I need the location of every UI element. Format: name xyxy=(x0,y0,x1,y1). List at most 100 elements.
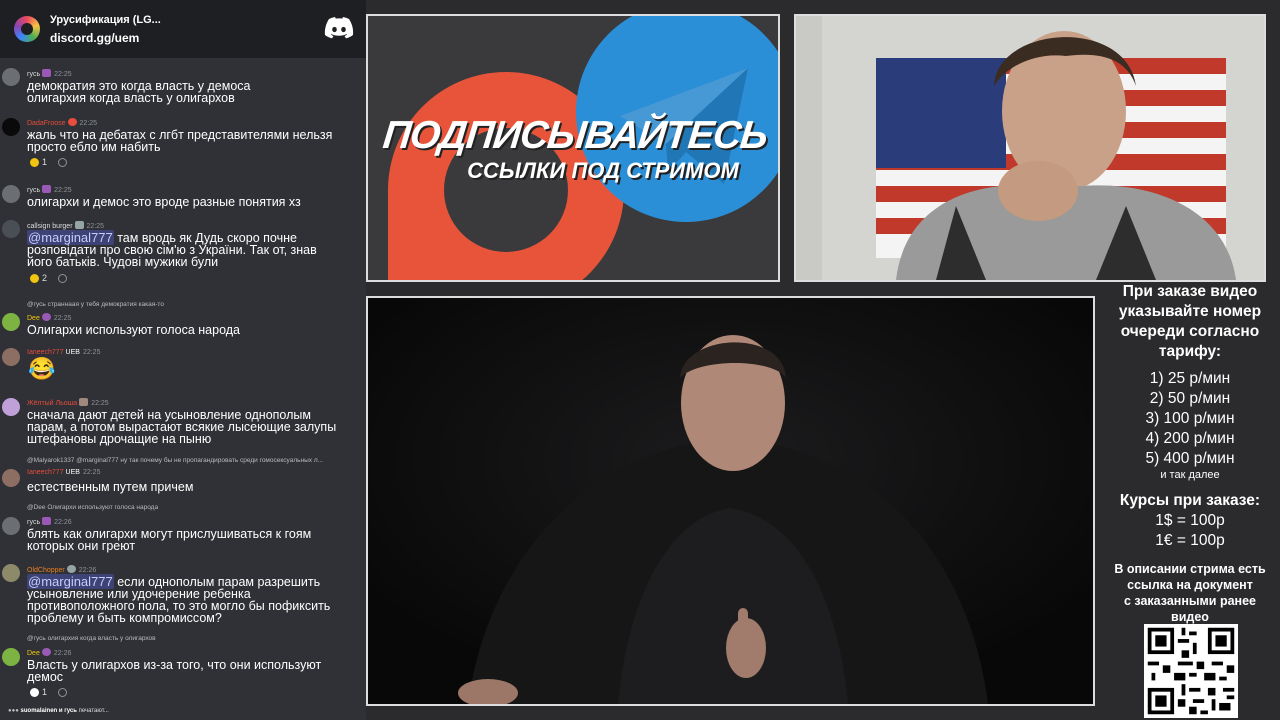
typing-users: suomalainen и гусь xyxy=(20,708,77,714)
promo-headline: ПОДПИСЫВАЙТЕСЬ xyxy=(380,114,770,157)
avatar xyxy=(2,398,20,416)
add-reaction-icon[interactable] xyxy=(58,273,68,283)
description-line: видео xyxy=(1171,610,1209,624)
info-title-line: очереди согласно xyxy=(1120,323,1260,340)
discord-logo-icon xyxy=(324,17,354,39)
avatar xyxy=(2,313,20,331)
message-author: DadaFroose xyxy=(27,120,66,127)
reaction-count: 1 xyxy=(42,157,48,167)
message-line: олигархия когда власть у олигархов xyxy=(27,91,235,105)
message-author: OldChopper xyxy=(27,567,65,574)
message-line: олигархи и демос это вроде разные поняти… xyxy=(27,195,301,209)
reply-preview[interactable]: @гусь страннаая у тебя демократия какая-… xyxy=(27,301,363,308)
webcam-feed xyxy=(794,14,1266,282)
server-icon xyxy=(14,16,40,42)
message-author: Dee xyxy=(27,315,40,322)
rate-item: 1€ = 100р xyxy=(1155,532,1225,549)
server-name: Урусификация (LG... xyxy=(50,14,161,26)
avatar xyxy=(2,348,20,366)
message-time: 22:25 xyxy=(91,400,109,407)
video-frame xyxy=(368,298,1093,704)
description-line: В описании стрима есть xyxy=(1114,562,1266,576)
tariff-item: 3) 100 р/мин xyxy=(1145,410,1235,427)
typing-indicator: ●●● suomalainen и гусь печатают... xyxy=(8,708,109,714)
message-author: Ianeech777 xyxy=(27,469,64,476)
avatar xyxy=(2,564,20,582)
message-author: гусь xyxy=(27,187,41,194)
typing-dots-icon: ●●● xyxy=(8,708,19,714)
message-line: просто ебло им набить xyxy=(27,140,161,154)
avatar xyxy=(2,68,20,86)
avatar xyxy=(2,185,20,203)
tariff-note: и так далее xyxy=(1160,469,1220,481)
message-time: 22:26 xyxy=(53,650,72,657)
message-author: гусь xyxy=(27,71,41,78)
message-time: 22:25 xyxy=(86,223,105,230)
qr-code-icon[interactable] xyxy=(1144,624,1238,718)
typing-suffix: печатают... xyxy=(78,708,109,714)
message-time: 22:25 xyxy=(82,469,101,476)
role-badge: UEB xyxy=(65,349,80,356)
role-badge-icon xyxy=(74,221,84,229)
info-title-line: тарифу: xyxy=(1158,343,1222,360)
tariff-item: 4) 200 р/мин xyxy=(1145,430,1235,447)
message-line: естественным путем причем xyxy=(27,480,194,494)
message-time: 22:26 xyxy=(54,519,72,526)
message-line: демос xyxy=(27,670,64,684)
order-info-panel: При заказе видео указывайте номер очеред… xyxy=(1100,282,1280,625)
message-time: 22:25 xyxy=(54,71,72,78)
message-author: Жёлтый Льоша xyxy=(27,400,78,407)
message-line: проблему и быть компромиссом? xyxy=(27,611,222,625)
role-badge-icon xyxy=(41,313,51,321)
reaction-count: 1 xyxy=(42,687,48,697)
message-line: його батьків. Чудові мужики були xyxy=(27,255,219,269)
message-line: Власть у олигархов из-за того, что они и… xyxy=(27,658,322,672)
message-author: гусь xyxy=(27,519,41,526)
reply-preview[interactable]: @Dee Олигархи используют голоса народа xyxy=(27,504,363,511)
avatar xyxy=(2,118,20,136)
role-badge-icon xyxy=(67,118,77,126)
rates-title: Курсы при заказе: xyxy=(1119,492,1261,509)
tariff-item: 2) 50 р/мин xyxy=(1149,390,1231,407)
chat-overlay: Урусификация (LG... discord.gg/uem гусь 2… xyxy=(0,0,366,720)
reaction-count: 2 xyxy=(42,273,48,283)
message-author: callsign burger xyxy=(27,223,73,230)
message-time: 22:25 xyxy=(79,120,98,127)
server-invite-link[interactable]: discord.gg/uem xyxy=(50,29,161,47)
tariff-item: 1) 25 р/мин xyxy=(1149,370,1231,387)
info-title-line: указывайте номер xyxy=(1118,303,1262,320)
message-line: Олигархи используют голоса народа xyxy=(27,323,240,337)
emoji-message: 😂 xyxy=(28,356,56,381)
avatar xyxy=(2,517,20,535)
message-author: Dee xyxy=(27,650,40,657)
description-line: с заказанными ранее xyxy=(1123,594,1256,608)
reaction[interactable]: 1 xyxy=(30,687,68,697)
role-badge-icon xyxy=(66,565,76,573)
add-reaction-icon[interactable] xyxy=(58,157,68,167)
message-time: 22:25 xyxy=(53,315,72,322)
webcam-image xyxy=(796,16,1264,280)
add-reaction-icon[interactable] xyxy=(58,687,68,697)
emoji-icon xyxy=(30,157,39,167)
role-badge-icon xyxy=(41,648,51,656)
role-badge-icon xyxy=(79,398,89,406)
role-badge-icon xyxy=(42,517,52,525)
message-time: 22:25 xyxy=(82,349,101,356)
description-line: ссылка на документ xyxy=(1127,578,1253,592)
tariff-item: 5) 400 р/мин xyxy=(1145,450,1235,467)
role-badge-icon xyxy=(42,185,52,193)
chat-header: Урусификация (LG... discord.gg/uem xyxy=(0,0,366,58)
reaction[interactable]: 2 xyxy=(30,273,68,283)
message-time: 22:25 xyxy=(54,187,72,194)
role-badge: UEB xyxy=(65,469,80,476)
avatar xyxy=(2,220,20,238)
main-video-player[interactable] xyxy=(366,296,1095,706)
emoji-icon xyxy=(30,273,39,283)
message-author: Ianeech777 xyxy=(27,349,64,356)
message-line: штефановы дрочащие на пыню xyxy=(27,432,212,446)
avatar xyxy=(2,648,20,666)
rate-item: 1$ = 100р xyxy=(1155,512,1225,529)
reaction[interactable]: 1 xyxy=(30,157,68,167)
reply-preview[interactable]: @гусь олигархия когда власть у олигархов xyxy=(27,635,363,642)
reply-preview[interactable]: @Malyarok1337 @marginal777 ну так почему… xyxy=(27,457,363,464)
